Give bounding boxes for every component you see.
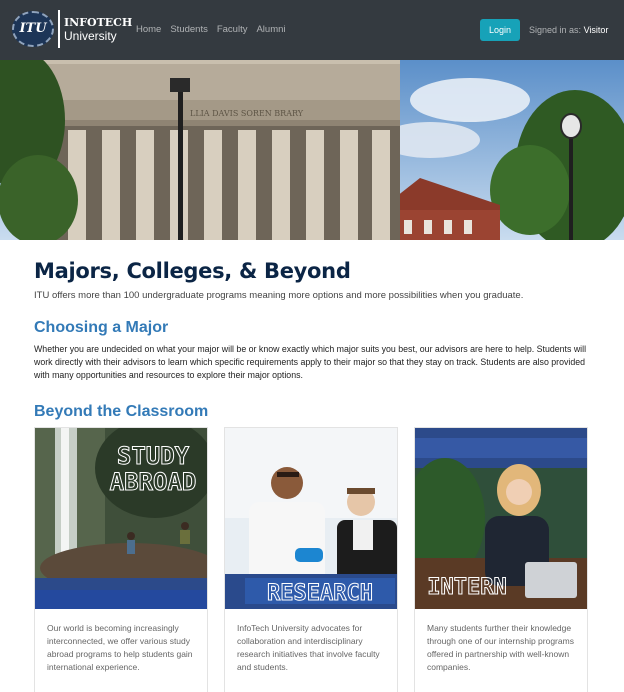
choosing-major-heading: Choosing a Major xyxy=(34,319,169,336)
research-word: RESEARCH xyxy=(267,581,373,606)
research-text: InfoTech University advocates for collab… xyxy=(237,623,380,672)
research-image: RESEARCH xyxy=(225,428,397,609)
brand-divider xyxy=(58,10,60,48)
choosing-major-paragraph: Whether you are undecided on what your m… xyxy=(34,344,587,380)
signed-in-user: Visitor xyxy=(583,25,609,35)
study-abroad-image: STUDY ABROAD xyxy=(35,428,207,609)
abroad-word: ABROAD xyxy=(110,468,197,496)
brand-name: INFOTECH University xyxy=(64,17,132,42)
login-button[interactable]: Login xyxy=(480,19,520,41)
page-subtitle: ITU offers more than 100 undergraduate p… xyxy=(34,290,524,301)
study-abroad-card[interactable]: STUDY ABROAD Our world is becoming incre… xyxy=(34,427,208,692)
nav-students-link[interactable]: Students xyxy=(170,24,208,35)
intern-image: INTERN xyxy=(415,428,587,609)
intern-text: Many students further their knowledge th… xyxy=(427,623,574,672)
signed-in-status: Signed in as: Visitor xyxy=(529,25,608,35)
brand-name-top: INFOTECH xyxy=(64,15,133,29)
study-word: STUDY xyxy=(117,442,190,470)
brand-logo[interactable]: ITU INFOTECH University xyxy=(10,10,132,48)
university-seal-icon: ITU xyxy=(10,10,56,48)
brand-name-bottom: University xyxy=(64,28,117,43)
nav-alumni-link[interactable]: Alumni xyxy=(256,24,285,35)
building-inscription: LLIA DAVIS SOREN BRARY xyxy=(190,109,304,118)
beyond-classroom-heading: Beyond the Classroom xyxy=(34,403,209,420)
intern-card[interactable]: INTERN Many students further their knowl… xyxy=(414,427,588,692)
research-card[interactable]: RESEARCH InfoTech University advocates f… xyxy=(224,427,398,692)
hero-campus-image: LLIA DAVIS SOREN BRARY xyxy=(0,60,624,240)
nav-faculty-link[interactable]: Faculty xyxy=(217,24,248,35)
top-navbar: ITU INFOTECH University Home Students Fa… xyxy=(0,0,624,60)
signed-in-prefix: Signed in as: xyxy=(529,25,582,35)
page-title: Majors, Colleges, & Beyond xyxy=(34,259,351,283)
main-nav: Home Students Faculty Alumni xyxy=(136,24,286,35)
seal-text: ITU xyxy=(19,21,47,36)
nav-home-link[interactable]: Home xyxy=(136,24,161,35)
study-abroad-text: Our world is becoming increasingly inter… xyxy=(47,623,193,672)
intern-word: INTERN xyxy=(427,575,506,600)
